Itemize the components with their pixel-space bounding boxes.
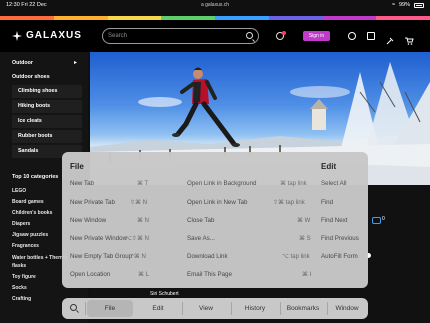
menu-item-close-tab[interactable]: Close Tab bbox=[187, 217, 214, 224]
shortcut: ⇧⌘ N bbox=[130, 200, 148, 206]
shortcut: ⌘ L bbox=[138, 272, 150, 278]
shortcut: ⌘ T bbox=[137, 181, 149, 187]
menu-item-find[interactable]: Find bbox=[321, 199, 333, 206]
status-right: ≈ 99% bbox=[392, 0, 424, 10]
menu-bar-window[interactable]: Window bbox=[329, 298, 365, 319]
category-link[interactable]: LEGO bbox=[12, 188, 26, 194]
category-link[interactable]: Diapers bbox=[12, 221, 30, 227]
menu-item-email-page[interactable]: Email This Page bbox=[187, 271, 232, 278]
sign-in-button[interactable]: Sign in bbox=[303, 31, 330, 41]
sidebar-item-outdoor[interactable]: Outdoor bbox=[12, 60, 33, 66]
chevron-right-icon: ▸ bbox=[74, 60, 78, 66]
shortcut: ⇧⌘ tap link bbox=[273, 200, 305, 206]
menu-bar: File Edit View History Bookmarks Window bbox=[62, 298, 368, 319]
search-icon[interactable] bbox=[70, 304, 77, 311]
shortcut: ⌘ tap link bbox=[280, 181, 307, 187]
keyboard-shortcuts-menu: File Edit New Tab ⌘ T New Private Tab ⇧⌘… bbox=[62, 152, 368, 288]
menu-item-new-window[interactable]: New Window bbox=[70, 217, 106, 224]
shortcut: ⌥ tap link bbox=[282, 254, 310, 260]
menu-bar-history[interactable]: History bbox=[233, 298, 277, 319]
sidebar-sub-rubber-boots[interactable]: Rubber boots bbox=[12, 130, 82, 143]
search-icon[interactable] bbox=[246, 32, 253, 39]
menu-item-new-empty-tab-group[interactable]: New Empty Tab Group bbox=[70, 253, 132, 260]
site-header: GALAXUS Search Sign in bbox=[0, 20, 430, 52]
menu-item-new-tab[interactable]: New Tab bbox=[70, 180, 94, 187]
category-link[interactable]: Socks bbox=[12, 285, 27, 291]
category-link[interactable]: Fragrances bbox=[12, 243, 39, 249]
wishlist-icon[interactable] bbox=[386, 32, 394, 45]
logo[interactable]: GALAXUS bbox=[12, 30, 82, 41]
edit-menu-title: Edit bbox=[321, 162, 337, 171]
shortcut: ⌘ N bbox=[137, 218, 149, 224]
divider bbox=[231, 302, 232, 315]
battery-percent: 99% bbox=[398, 2, 410, 8]
wifi-icon: ≈ bbox=[391, 2, 395, 8]
divider bbox=[85, 302, 86, 315]
menu-bar-view[interactable]: View bbox=[184, 298, 228, 319]
menu-item-select-all[interactable]: Select All bbox=[321, 180, 346, 187]
menu-item-new-private-tab[interactable]: New Private Tab bbox=[70, 199, 115, 206]
logo-star-icon bbox=[12, 30, 22, 41]
divider bbox=[182, 302, 183, 315]
compare-icon[interactable] bbox=[367, 32, 375, 40]
file-menu-title: File bbox=[70, 162, 84, 171]
divider bbox=[280, 302, 281, 315]
menu-item-download-link[interactable]: Download Link bbox=[187, 253, 228, 260]
menu-item-find-previous[interactable]: Find Previous bbox=[321, 235, 359, 242]
menu-item-autofill-form[interactable]: AutoFill Form bbox=[321, 253, 358, 260]
comment-icon[interactable] bbox=[372, 217, 381, 224]
search-input[interactable]: Search bbox=[102, 28, 259, 44]
sidebar-sub-climbing-shoes[interactable]: Climbing shoes bbox=[12, 85, 82, 98]
menu-bar-edit[interactable]: Edit bbox=[137, 298, 179, 319]
cart-icon[interactable] bbox=[405, 32, 414, 45]
status-url: a galaxus.ch bbox=[200, 2, 230, 8]
help-icon[interactable] bbox=[348, 32, 356, 40]
menu-bar-bookmarks[interactable]: Bookmarks bbox=[282, 298, 324, 319]
menu-item-new-private-window[interactable]: New Private Window bbox=[70, 235, 127, 242]
logo-text: GALAXUS bbox=[26, 30, 82, 41]
shortcut: ⌘ W bbox=[297, 218, 311, 224]
author-name: Siri Schubert bbox=[150, 291, 179, 297]
category-link[interactable]: Toy figure bbox=[12, 274, 36, 280]
sidebar-sub-ice-cleats[interactable]: Ice cleats bbox=[12, 115, 82, 128]
shortcut: ⌥⇧⌘ N bbox=[125, 236, 149, 242]
category-link[interactable]: Crafting bbox=[12, 296, 31, 302]
shortcut: ⌘ S bbox=[299, 236, 311, 242]
category-link[interactable]: Jigsaw puzzles bbox=[12, 232, 48, 238]
search-placeholder: Search bbox=[108, 33, 128, 39]
menu-item-open-link-background[interactable]: Open Link in Background bbox=[187, 180, 256, 187]
shortcut: ⌘ I bbox=[302, 272, 312, 278]
status-bar: 12:30 Fri 22 Dec a galaxus.ch ≈ 99% bbox=[0, 0, 430, 10]
sidebar-sub-hiking-boots[interactable]: Hiking boots bbox=[12, 100, 82, 113]
battery-icon bbox=[414, 2, 424, 8]
category-link[interactable]: Board games bbox=[12, 199, 44, 205]
shortcut: ^⌘ N bbox=[131, 254, 146, 260]
category-link[interactable]: Children's books bbox=[12, 210, 52, 216]
menu-item-open-link-new-tab[interactable]: Open Link in New Tab bbox=[187, 199, 247, 206]
comment-count: 0 bbox=[382, 216, 385, 222]
sidebar-item-outdoor-shoes[interactable]: Outdoor shoes bbox=[12, 74, 50, 80]
menu-item-find-next[interactable]: Find Next bbox=[321, 217, 347, 224]
menu-bar-file[interactable]: File bbox=[87, 300, 133, 317]
divider bbox=[327, 302, 328, 315]
top-categories-title: Top 10 categories bbox=[12, 174, 59, 180]
menu-item-open-location[interactable]: Open Location bbox=[70, 271, 110, 278]
menu-item-save-as[interactable]: Save As... bbox=[187, 235, 215, 242]
notification-dot-icon bbox=[282, 31, 286, 35]
